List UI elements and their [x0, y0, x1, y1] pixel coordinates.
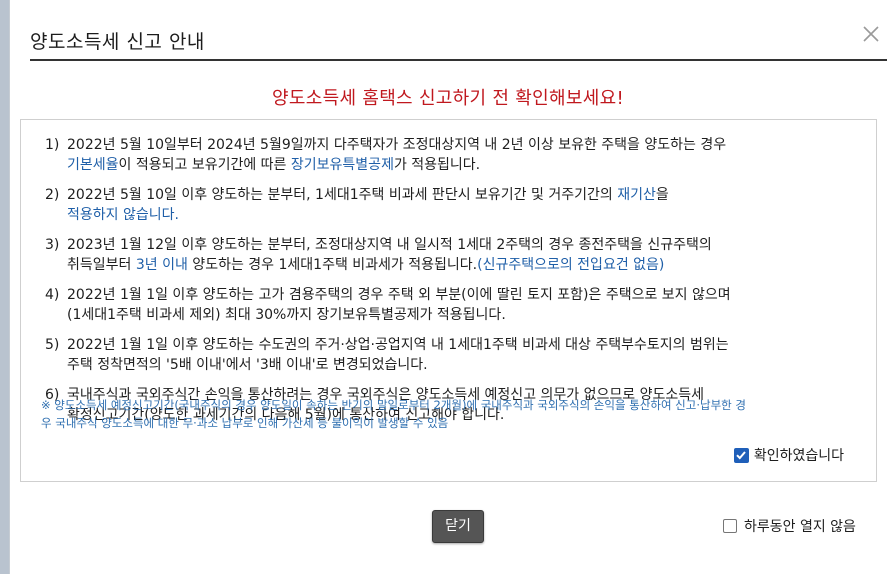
item-text: 양도하는 경우 1세대1주택 비과세가 적용됩니다.	[187, 257, 478, 273]
notice-item: 2) 2022년 5월 10일 이후 양도하는 분부터, 1세대1주택 비과세 …	[45, 185, 855, 225]
dont-show-label: 하루동안 열지 않음	[744, 519, 856, 535]
item-line: 2022년 5월 10일부터 2024년 5월9일까지 다주택자가 조정대상지역…	[67, 137, 727, 153]
dialog-header: 양도소득세 신고 안내	[30, 0, 887, 61]
highlight-text: 장기보유특별공제	[290, 157, 394, 173]
checkbox-checked-icon[interactable]	[733, 447, 749, 463]
highlight-text: 적용하지 않습니다.	[67, 207, 179, 223]
highlight-text: 재기산	[617, 187, 656, 203]
item-line: 기본세율이 적용되고 보유기간에 따른 장기보유특별공제가 적용됩니다.	[67, 155, 855, 175]
item-text: 을	[655, 187, 669, 203]
notice-item: 5) 2022년 1월 1일 이후 양도하는 수도권의 주거·상업·공업지역 내…	[45, 335, 855, 375]
item-line: 2022년 1월 1일 이후 양도하는 고가 겸용주택의 경우 주택 외 부분(…	[67, 287, 731, 303]
confirm-label: 확인하였습니다	[753, 448, 844, 464]
close-icon[interactable]	[859, 22, 883, 46]
item-line: (1세대1주택 비과세 제외) 최대 30%까지 장기보유특별공제가 적용됩니다…	[67, 307, 506, 323]
headline: 양도소득세 홈택스 신고하기 전 확인해보세요!	[272, 88, 624, 109]
notice-item: 4) 2022년 1월 1일 이후 양도하는 고가 겸용주택의 경우 주택 외 …	[45, 285, 855, 325]
notice-box: 1) 2022년 5월 10일부터 2024년 5월9일까지 다주택자가 조정대…	[20, 119, 877, 482]
item-text: 취득일부터	[67, 257, 136, 273]
item-line: 취득일부터 3년 이내 양도하는 경우 1세대1주택 비과세가 적용됩니다.(신…	[67, 255, 855, 275]
highlight-text: (신규주택으로의 전입요건 없음)	[477, 257, 665, 273]
item-line: 2023년 1월 12일 이후 양도하는 분부터, 조정대상지역 내 일시적 1…	[67, 237, 712, 253]
dont-show-today-checkbox[interactable]: 하루동안 열지 않음	[723, 516, 856, 536]
item-text: 가 적용됩니다.	[393, 157, 481, 173]
item-line: 2022년 5월 10일 이후 양도하는 분부터, 1세대1주택 비과세 판단시…	[67, 185, 855, 205]
item-number: 1)	[45, 137, 60, 153]
item-line: 2022년 1월 1일 이후 양도하는 수도권의 주거·상업·공업지역 내 1세…	[67, 337, 729, 353]
footnote: ※ 양도소득세 예정신고기간(국내주식의 경우 양도일이 속하는 반기의 말일로…	[41, 396, 853, 432]
notice-item: 1) 2022년 5월 10일부터 2024년 5월9일까지 다주택자가 조정대…	[45, 135, 855, 175]
dialog-title: 양도소득세 신고 안내	[30, 31, 205, 53]
footnote-line: 우 국내주식 양도소득에 대한 무·과소 납부로 인해 가산세 등 불이익이 발…	[41, 416, 449, 430]
item-number: 2)	[45, 187, 60, 203]
footnote-line: ※ 양도소득세 예정신고기간(국내주식의 경우 양도일이 속하는 반기의 말일로…	[41, 398, 746, 412]
item-line: 주택 정착면적의 '5배 이내'에서 '3배 이내'로 변경되었습니다.	[67, 357, 428, 373]
confirm-checkbox[interactable]: 확인하였습니다	[733, 445, 844, 465]
close-button[interactable]: 닫기	[432, 510, 484, 543]
item-text: 이 적용되고 보유기간에 따른	[118, 157, 291, 173]
highlight-text: 3년 이내	[135, 257, 188, 273]
item-number: 3)	[45, 237, 60, 253]
item-number: 5)	[45, 337, 60, 353]
notice-list: 1) 2022년 5월 10일부터 2024년 5월9일까지 다주택자가 조정대…	[45, 135, 855, 435]
item-text: 2022년 5월 10일 이후 양도하는 분부터, 1세대1주택 비과세 판단시…	[67, 187, 618, 203]
highlight-text: 기본세율	[67, 157, 119, 173]
item-number: 4)	[45, 287, 60, 303]
notice-item: 3) 2023년 1월 12일 이후 양도하는 분부터, 조정대상지역 내 일시…	[45, 235, 855, 275]
checkbox-unchecked-icon[interactable]	[723, 519, 737, 533]
